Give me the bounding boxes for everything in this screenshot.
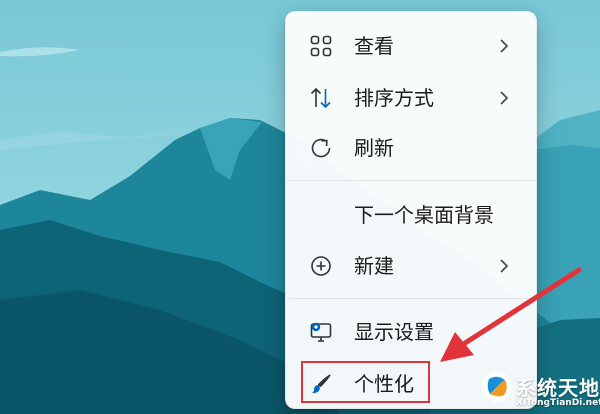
watermark-title: 系统天地 [516, 376, 600, 400]
site-watermark: 系统天地 XiTongTianDi.net [480, 366, 600, 414]
annotation-arrow [440, 267, 582, 362]
watermark-logo-icon [480, 370, 514, 404]
watermark-subtitle: XiTongTianDi.net [516, 398, 600, 408]
